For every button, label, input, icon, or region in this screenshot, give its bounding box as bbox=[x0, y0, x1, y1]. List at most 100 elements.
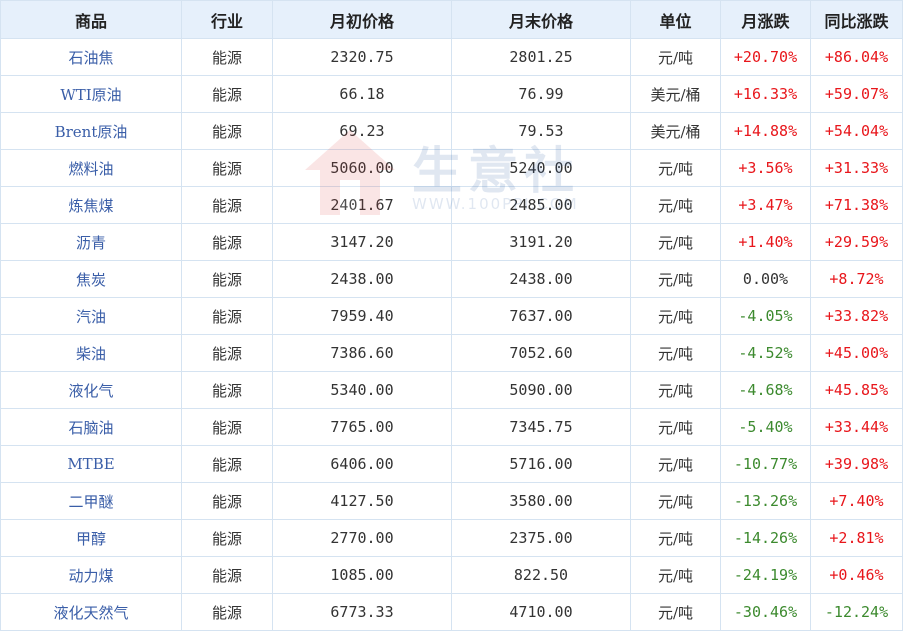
monthly-change-cell: +1.40% bbox=[720, 223, 811, 261]
header-commodity[interactable]: 商品 bbox=[0, 0, 182, 39]
industry-cell: 能源 bbox=[181, 297, 273, 335]
industry-cell: 能源 bbox=[181, 593, 273, 631]
start-price-cell: 69.23 bbox=[272, 112, 452, 150]
start-price-cell: 6406.00 bbox=[272, 445, 452, 483]
monthly-change-cell: +16.33% bbox=[720, 75, 811, 113]
end-price-cell: 2801.25 bbox=[451, 38, 631, 76]
start-price-cell: 1085.00 bbox=[272, 556, 452, 594]
yoy-change-cell: +71.38% bbox=[810, 186, 903, 224]
yoy-change-cell: +59.07% bbox=[810, 75, 903, 113]
unit-cell: 元/吨 bbox=[630, 519, 721, 557]
table-row: 石脑油 能源 7765.00 7345.75 元/吨 -5.40% +33.44% bbox=[0, 408, 903, 446]
commodity-name-cell[interactable]: 炼焦煤 bbox=[0, 186, 182, 224]
table-row: 动力煤 能源 1085.00 822.50 元/吨 -24.19% +0.46% bbox=[0, 556, 903, 594]
industry-cell: 能源 bbox=[181, 75, 273, 113]
end-price-cell: 7345.75 bbox=[451, 408, 631, 446]
start-price-cell: 7959.40 bbox=[272, 297, 452, 335]
commodity-name-cell[interactable]: MTBE bbox=[0, 445, 182, 483]
yoy-change-cell: +33.82% bbox=[810, 297, 903, 335]
monthly-change-cell: -4.52% bbox=[720, 334, 811, 372]
start-price-cell: 5060.00 bbox=[272, 149, 452, 187]
unit-cell: 元/吨 bbox=[630, 445, 721, 483]
commodity-name-cell[interactable]: 焦炭 bbox=[0, 260, 182, 298]
start-price-cell: 2401.67 bbox=[272, 186, 452, 224]
header-yoy-change[interactable]: 同比涨跌 bbox=[810, 0, 903, 39]
yoy-change-cell: +0.46% bbox=[810, 556, 903, 594]
commodity-name-cell[interactable]: 液化天然气 bbox=[0, 593, 182, 631]
unit-cell: 元/吨 bbox=[630, 482, 721, 520]
monthly-change-cell: -4.05% bbox=[720, 297, 811, 335]
start-price-cell: 2770.00 bbox=[272, 519, 452, 557]
end-price-cell: 79.53 bbox=[451, 112, 631, 150]
table-row: 液化气 能源 5340.00 5090.00 元/吨 -4.68% +45.85% bbox=[0, 371, 903, 409]
industry-cell: 能源 bbox=[181, 371, 273, 409]
end-price-cell: 7637.00 bbox=[451, 297, 631, 335]
table-row: 燃料油 能源 5060.00 5240.00 元/吨 +3.56% +31.33% bbox=[0, 149, 903, 187]
unit-cell: 元/吨 bbox=[630, 556, 721, 594]
monthly-change-cell: -14.26% bbox=[720, 519, 811, 557]
industry-cell: 能源 bbox=[181, 519, 273, 557]
yoy-change-cell: +31.33% bbox=[810, 149, 903, 187]
commodity-name-cell[interactable]: Brent原油 bbox=[0, 112, 182, 150]
end-price-cell: 3580.00 bbox=[451, 482, 631, 520]
yoy-change-cell: +45.00% bbox=[810, 334, 903, 372]
end-price-cell: 4710.00 bbox=[451, 593, 631, 631]
end-price-cell: 2438.00 bbox=[451, 260, 631, 298]
end-price-cell: 2375.00 bbox=[451, 519, 631, 557]
header-unit[interactable]: 单位 bbox=[630, 0, 721, 39]
industry-cell: 能源 bbox=[181, 112, 273, 150]
commodity-name-cell[interactable]: WTI原油 bbox=[0, 75, 182, 113]
unit-cell: 美元/桶 bbox=[630, 75, 721, 113]
commodity-name-cell[interactable]: 沥青 bbox=[0, 223, 182, 261]
unit-cell: 元/吨 bbox=[630, 334, 721, 372]
table-row: 石油焦 能源 2320.75 2801.25 元/吨 +20.70% +86.04% bbox=[0, 38, 903, 76]
monthly-change-cell: -4.68% bbox=[720, 371, 811, 409]
industry-cell: 能源 bbox=[181, 334, 273, 372]
monthly-change-cell: -24.19% bbox=[720, 556, 811, 594]
yoy-change-cell: +86.04% bbox=[810, 38, 903, 76]
table-body: 石油焦 能源 2320.75 2801.25 元/吨 +20.70% +86.04% WTI原… bbox=[0, 38, 903, 631]
commodity-name-cell[interactable]: 液化气 bbox=[0, 371, 182, 409]
yoy-change-cell: +45.85% bbox=[810, 371, 903, 409]
start-price-cell: 2320.75 bbox=[272, 38, 452, 76]
table-header-row: 商品 行业 月初价格 月末价格 单位 月涨跌 同比涨跌 bbox=[0, 0, 903, 39]
table-row: 液化天然气 能源 6773.33 4710.00 元/吨 -30.46% -12.24% bbox=[0, 593, 903, 631]
table-row: 沥青 能源 3147.20 3191.20 元/吨 +1.40% +29.59% bbox=[0, 223, 903, 261]
commodity-name-cell[interactable]: 柴油 bbox=[0, 334, 182, 372]
start-price-cell: 7765.00 bbox=[272, 408, 452, 446]
table-row: 炼焦煤 能源 2401.67 2485.00 元/吨 +3.47% +71.38% bbox=[0, 186, 903, 224]
monthly-change-cell: -5.40% bbox=[720, 408, 811, 446]
end-price-cell: 5716.00 bbox=[451, 445, 631, 483]
unit-cell: 元/吨 bbox=[630, 38, 721, 76]
unit-cell: 元/吨 bbox=[630, 297, 721, 335]
header-start-price[interactable]: 月初价格 bbox=[272, 0, 452, 39]
commodity-name-cell[interactable]: 燃料油 bbox=[0, 149, 182, 187]
end-price-cell: 5240.00 bbox=[451, 149, 631, 187]
header-end-price[interactable]: 月末价格 bbox=[451, 0, 631, 39]
table-row: MTBE 能源 6406.00 5716.00 元/吨 -10.77% +39.98% bbox=[0, 445, 903, 483]
monthly-change-cell: -30.46% bbox=[720, 593, 811, 631]
yoy-change-cell: +7.40% bbox=[810, 482, 903, 520]
yoy-change-cell: +29.59% bbox=[810, 223, 903, 261]
unit-cell: 元/吨 bbox=[630, 371, 721, 409]
monthly-change-cell: +14.88% bbox=[720, 112, 811, 150]
commodity-name-cell[interactable]: 二甲醚 bbox=[0, 482, 182, 520]
unit-cell: 元/吨 bbox=[630, 149, 721, 187]
industry-cell: 能源 bbox=[181, 445, 273, 483]
end-price-cell: 3191.20 bbox=[451, 223, 631, 261]
end-price-cell: 5090.00 bbox=[451, 371, 631, 409]
commodity-name-cell[interactable]: 动力煤 bbox=[0, 556, 182, 594]
commodity-name-cell[interactable]: 汽油 bbox=[0, 297, 182, 335]
monthly-change-cell: +20.70% bbox=[720, 38, 811, 76]
header-monthly-change[interactable]: 月涨跌 bbox=[720, 0, 811, 39]
end-price-cell: 7052.60 bbox=[451, 334, 631, 372]
start-price-cell: 66.18 bbox=[272, 75, 452, 113]
commodity-name-cell[interactable]: 石油焦 bbox=[0, 38, 182, 76]
commodity-name-cell[interactable]: 石脑油 bbox=[0, 408, 182, 446]
start-price-cell: 2438.00 bbox=[272, 260, 452, 298]
industry-cell: 能源 bbox=[181, 260, 273, 298]
yoy-change-cell: -12.24% bbox=[810, 593, 903, 631]
commodity-name-cell[interactable]: 甲醇 bbox=[0, 519, 182, 557]
header-industry[interactable]: 行业 bbox=[181, 0, 273, 39]
monthly-change-cell: -13.26% bbox=[720, 482, 811, 520]
